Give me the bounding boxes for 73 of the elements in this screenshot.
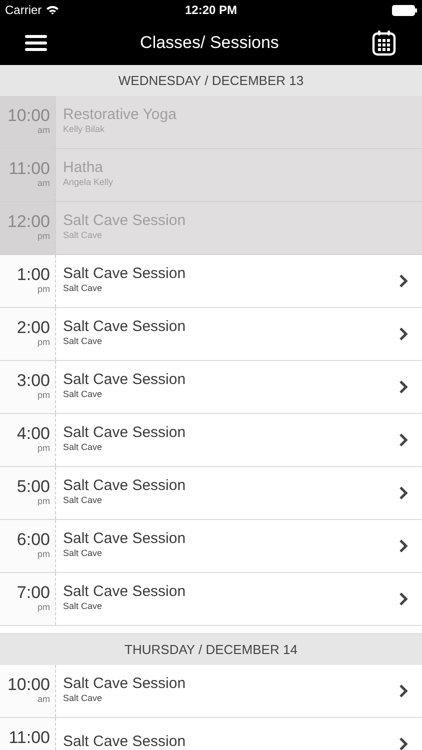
section-header: THURSDAY / DECEMBER 14 xyxy=(0,634,422,665)
screen-title: Classes/ Sessions xyxy=(140,32,279,52)
time-label: 1:00 xyxy=(16,265,50,284)
session-row[interactable]: 11:00 Salt Cave Session xyxy=(0,718,422,750)
period-label: am xyxy=(37,178,50,188)
chevron-icon xyxy=(399,327,408,341)
session-location: Kelly Bilak xyxy=(63,124,106,134)
session-title: Salt Cave Session xyxy=(63,582,187,600)
session-row[interactable]: 6:00 pm Salt Cave Session Salt Cave xyxy=(0,520,422,573)
time-label: 10:00 xyxy=(7,675,50,694)
session-row[interactable]: 7:00 pm Salt Cave Session Salt Cave xyxy=(0,573,422,626)
period-label: am xyxy=(37,125,50,135)
session-title: Salt Cave Session xyxy=(63,212,187,230)
chevron-icon xyxy=(399,433,408,447)
menu-icon[interactable] xyxy=(25,34,47,52)
session-location: Salt Cave xyxy=(63,692,104,704)
calendar-icon[interactable] xyxy=(372,30,396,56)
status-time: 12:20 PM xyxy=(184,3,238,17)
session-location: Salt Cave xyxy=(63,494,104,506)
chevron-icon xyxy=(399,684,408,698)
session-location: Salt Cave xyxy=(63,230,104,240)
carrier-label: Carrier xyxy=(5,3,42,17)
chevron-icon xyxy=(399,380,408,394)
session-title: Salt Cave Session xyxy=(63,530,187,548)
session-title: Hatha xyxy=(63,158,104,176)
session-title: Salt Cave Session xyxy=(63,733,187,750)
session-title: Restorative Yoga xyxy=(63,106,178,124)
period-label: pm xyxy=(37,284,50,294)
session-location: Salt Cave xyxy=(63,388,104,400)
period-label: pm xyxy=(37,549,50,559)
session-title: Salt Cave Session xyxy=(63,264,187,282)
session-row[interactable]: 2:00 pm Salt Cave Session Salt Cave xyxy=(0,308,422,361)
chevron-icon xyxy=(399,737,408,750)
time-label: 5:00 xyxy=(16,477,50,496)
session-title: Salt Cave Session xyxy=(63,370,187,388)
session-location: Salt Cave xyxy=(63,442,104,452)
wifi-icon xyxy=(46,5,59,15)
period-label: pm xyxy=(37,231,50,241)
time-label: 11:00 xyxy=(8,159,50,178)
session-row[interactable]: 3:00 pm Salt Cave Session Salt Cave xyxy=(0,361,422,414)
section-header: WEDNESDAY / DECEMBER 13 xyxy=(0,65,422,96)
session-location: Salt Cave xyxy=(63,600,104,612)
period-label: pm xyxy=(37,443,50,453)
period-label: am xyxy=(37,694,50,704)
session-title: Salt Cave Session xyxy=(63,674,187,692)
time-label: 4:00 xyxy=(16,424,50,443)
session-location: Angela Kelly xyxy=(63,176,114,188)
time-label: 10:00 xyxy=(7,106,50,125)
session-title: Salt Cave Session xyxy=(63,424,187,442)
session-location: Salt Cave xyxy=(63,282,104,294)
session-location: Salt Cave xyxy=(63,336,104,346)
chevron-icon xyxy=(399,274,408,288)
session-title: Salt Cave Session xyxy=(63,318,187,336)
period-label: pm xyxy=(37,496,50,506)
chevron-icon xyxy=(399,486,408,500)
time-label: 7:00 xyxy=(16,583,50,602)
chevron-icon xyxy=(399,539,408,553)
period-label: pm xyxy=(37,602,50,612)
battery-icon xyxy=(392,4,417,16)
time-label: 6:00 xyxy=(16,530,50,549)
time-label: 12:00 xyxy=(7,212,50,231)
period-label: pm xyxy=(37,337,50,347)
session-location: Salt Cave xyxy=(63,548,104,558)
session-row[interactable]: 10:00 am Salt Cave Session Salt Cave xyxy=(0,665,422,718)
session-title: Salt Cave Session xyxy=(63,476,187,494)
period-label: pm xyxy=(37,390,50,400)
chevron-icon xyxy=(399,592,408,606)
session-row[interactable]: 4:00 pm Salt Cave Session Salt Cave xyxy=(0,414,422,467)
time-label: 11:00 xyxy=(8,728,50,747)
session-row[interactable]: 1:00 pm Salt Cave Session Salt Cave xyxy=(0,255,422,308)
time-label: 2:00 xyxy=(16,318,50,337)
time-label: 3:00 xyxy=(16,371,50,390)
session-row[interactable]: 5:00 pm Salt Cave Session Salt Cave xyxy=(0,467,422,520)
